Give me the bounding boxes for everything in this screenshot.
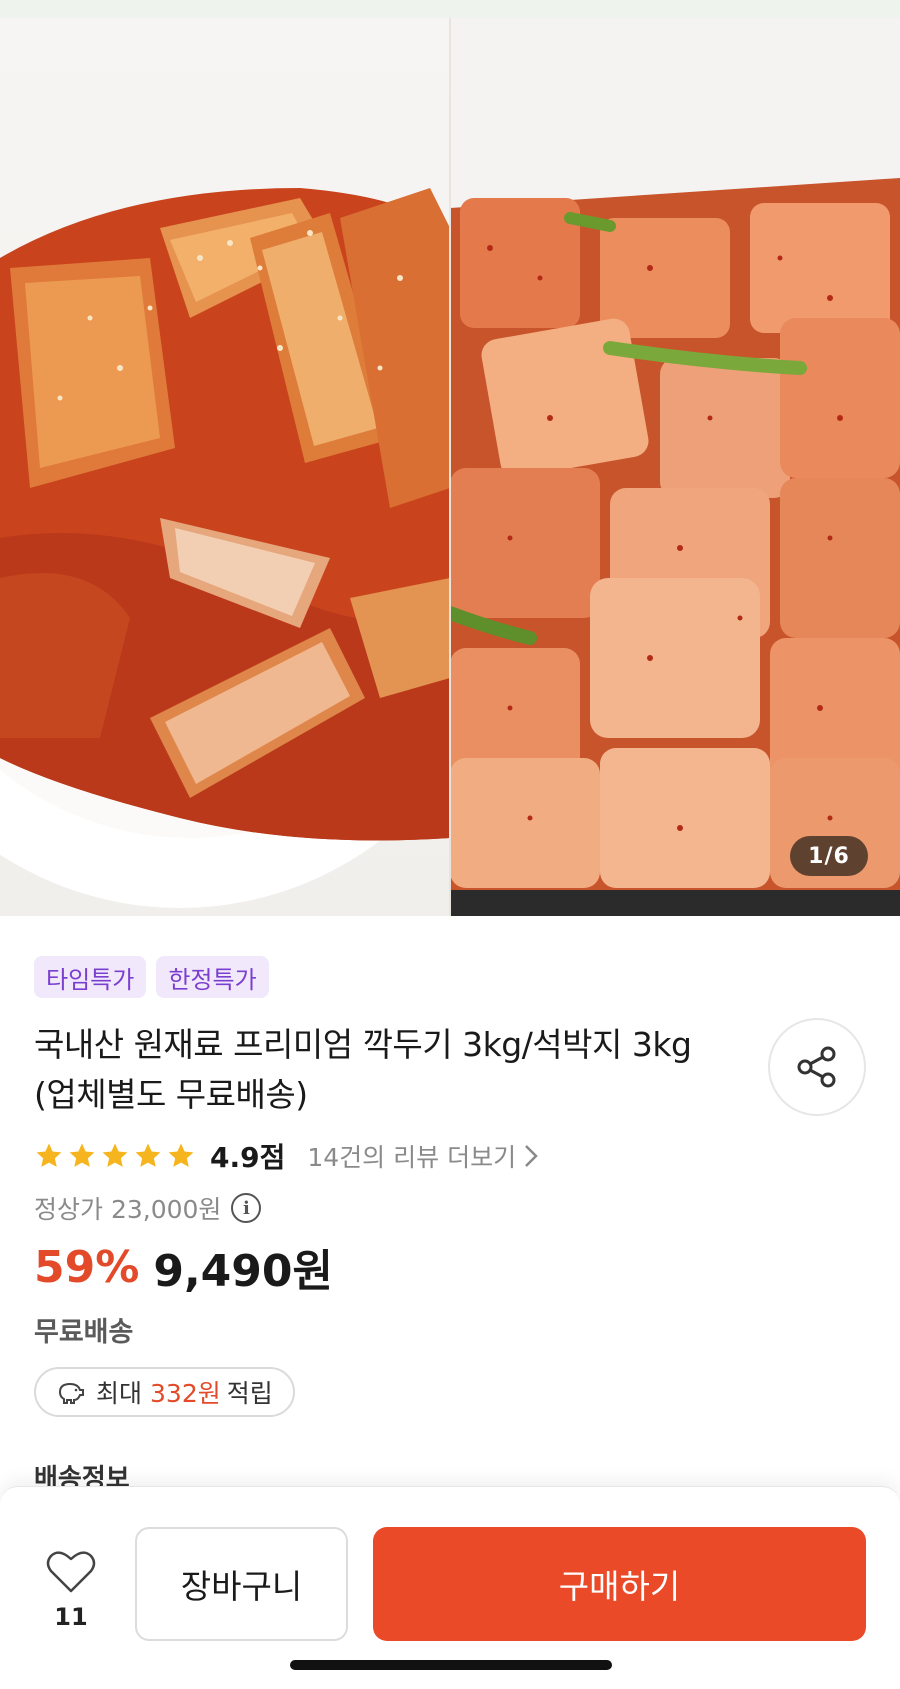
image-counter: 1/6 xyxy=(790,836,868,876)
badge-time-deal: 타임특가 xyxy=(34,956,147,998)
buy-now-button[interactable]: 구매하기 xyxy=(373,1527,866,1641)
share-button[interactable] xyxy=(768,1018,866,1116)
piggy-bank-icon xyxy=(58,1382,84,1404)
star-rating xyxy=(34,1141,196,1171)
rating-score: 4.9점 xyxy=(210,1141,286,1174)
chevron-right-icon xyxy=(525,1145,538,1167)
image-divider xyxy=(449,18,451,916)
rating-row: 4.9점 14건의 리뷰 더보기 xyxy=(34,1136,538,1176)
points-amount: 332원 xyxy=(150,1379,221,1408)
star-icon xyxy=(69,1143,95,1167)
review-link-label: 14건의 리뷰 더보기 xyxy=(307,1143,517,1172)
heart-icon xyxy=(46,1551,96,1593)
star-icon xyxy=(168,1143,194,1167)
status-strip xyxy=(0,0,900,18)
star-icon xyxy=(102,1143,128,1167)
promo-badges: 타임특가 한정특가 xyxy=(34,956,269,998)
share-icon xyxy=(797,1046,836,1088)
price-row: 59% 9,490원 xyxy=(34,1236,333,1298)
product-title: 국내산 원재료 프리미엄 깍두기 3kg/석박지 3kg (업체별도 무료배송) xyxy=(34,1025,692,1114)
home-indicator xyxy=(290,1660,612,1670)
bottom-action-bar: 11 장바구니 구매하기 xyxy=(0,1486,900,1689)
badge-limited-deal: 한정특가 xyxy=(156,956,269,998)
star-icon xyxy=(135,1143,161,1167)
star-icon xyxy=(36,1143,62,1167)
kkakdugi-photo xyxy=(450,18,900,916)
points-prefix: 최대 xyxy=(96,1379,143,1408)
like-button[interactable]: 11 xyxy=(36,1547,106,1647)
points-suffix: 적립 xyxy=(226,1379,273,1408)
add-to-cart-button[interactable]: 장바구니 xyxy=(135,1527,348,1641)
shipping-info: 무료배송 xyxy=(34,1317,134,1348)
info-icon[interactable]: i xyxy=(231,1193,262,1223)
review-link[interactable]: 14건의 리뷰 더보기 xyxy=(307,1138,538,1174)
discount-rate: 59% xyxy=(34,1241,140,1293)
points-pill[interactable]: 최대 332원 적립 xyxy=(34,1367,295,1417)
regular-price: 정상가 23,000원 xyxy=(34,1195,222,1224)
product-image-gallery[interactable]: 1/6 xyxy=(0,18,900,916)
like-count: 11 xyxy=(54,1603,88,1631)
sale-price: 9,490원 xyxy=(153,1246,333,1297)
regular-price-row: 정상가 23,000원 i xyxy=(34,1188,262,1228)
seokbakji-photo xyxy=(0,18,450,916)
